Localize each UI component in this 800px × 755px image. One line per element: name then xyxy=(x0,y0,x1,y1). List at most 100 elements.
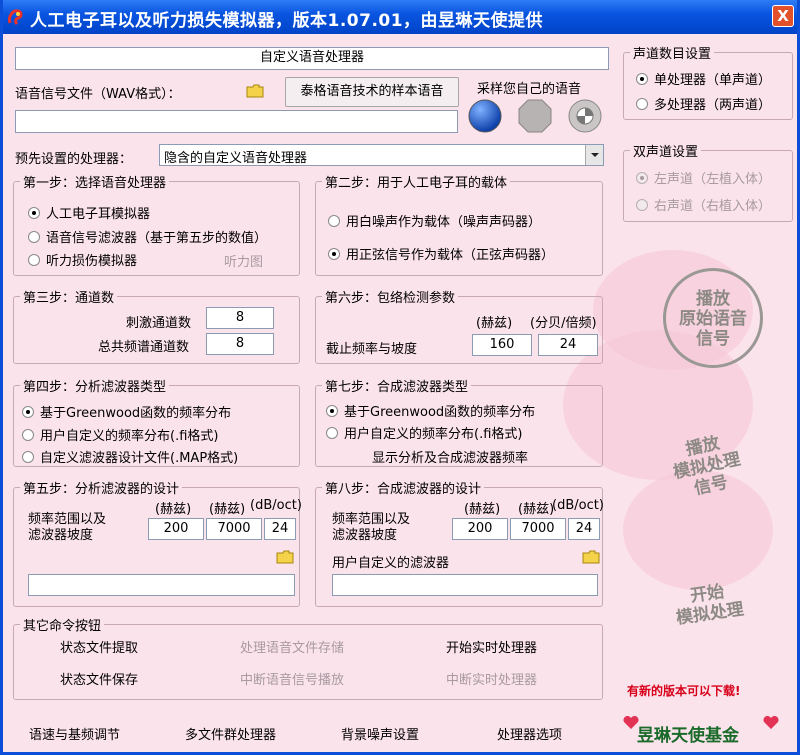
synthesis-low-value: 200 xyxy=(467,521,493,536)
analysis-low-value: 200 xyxy=(163,521,189,536)
radio-dot xyxy=(636,171,648,184)
stop-realtime-button[interactable]: 中断实时处理器 xyxy=(446,669,537,688)
high-hz-header: (赫兹) xyxy=(209,502,246,517)
group-title: 声道数目设置 xyxy=(630,43,715,62)
analysis-high-input[interactable]: 7000 xyxy=(206,518,262,540)
save-speech-button[interactable]: 处理语音文件存储 xyxy=(240,637,344,656)
title-bar[interactable]: 人工电子耳以及听力损失模拟器，版本1.07.01，由昱琳天使提供 X xyxy=(3,0,797,34)
dropdown-button[interactable] xyxy=(585,145,603,165)
chevron-down-icon xyxy=(591,153,599,157)
radio-label: 多处理器（两声道） xyxy=(654,98,772,113)
radio-label: 单处理器（单声道） xyxy=(654,73,772,88)
save-state-button[interactable]: 状态文件保存 xyxy=(60,669,138,688)
processor-name-field[interactable]: 自定义语音处理器 xyxy=(15,47,609,70)
play-original-label: 播放 原始语音 信号 xyxy=(679,289,747,349)
analysis-low-input[interactable]: 200 xyxy=(148,518,204,540)
play-simulation-label: 播放 模拟处理 信号 xyxy=(671,433,743,500)
folder-icon[interactable] xyxy=(276,550,294,564)
radio-label: 语音信号滤波器（基于第五步的数值） xyxy=(46,231,268,246)
sine-carrier-radio[interactable]: 用正弦信号作为载体（正弦声码器） xyxy=(328,244,554,263)
analysis-high-value: 7000 xyxy=(217,521,251,536)
hearing-loss-radio[interactable]: 听力损伤模拟器 xyxy=(28,250,137,269)
analysis-map-radio[interactable]: 自定义滤波器设计文件(.MAP格式) xyxy=(22,447,238,466)
background-noise-button[interactable]: 背景噪声设置 xyxy=(341,724,419,743)
heart-icon xyxy=(763,716,779,729)
synthesis-file-input[interactable] xyxy=(332,574,598,596)
folder-icon[interactable] xyxy=(246,84,264,98)
custom-filter-label: 用户自定义的滤波器 xyxy=(332,556,450,571)
synthesis-high-value: 7000 xyxy=(521,521,555,536)
white-noise-radio[interactable]: 用白噪声作为载体（噪声声码器） xyxy=(328,211,541,230)
synthesis-high-input[interactable]: 7000 xyxy=(510,518,566,540)
mono-radio[interactable]: 单处理器（单声道） xyxy=(636,69,771,88)
preset-selected: 隐含的自定义语音处理器 xyxy=(164,151,308,166)
main-window: 人工电子耳以及听力损失模拟器，版本1.07.01，由昱琳天使提供 X 自定义语音… xyxy=(0,0,800,755)
analysis-user-fi-radio[interactable]: 用户自定义的频率分布(.fi格式) xyxy=(22,425,218,444)
start-simulation-button[interactable]: 开始 模拟处理 xyxy=(651,577,768,652)
synthesis-slope-value: 24 xyxy=(575,521,593,536)
radio-dot xyxy=(636,97,648,110)
range-slope-label: 频率范围以及 滤波器坡度 xyxy=(332,512,411,543)
record-button[interactable] xyxy=(467,98,503,134)
speech-filter-radio[interactable]: 语音信号滤波器（基于第五步的数值） xyxy=(28,227,267,246)
synthesis-greenwood-radio[interactable]: 基于Greenwood函数的频率分布 xyxy=(326,401,535,420)
right-ear-radio[interactable]: 右声道（右植入体） xyxy=(636,195,771,214)
stereo-radio[interactable]: 多处理器（两声道） xyxy=(636,94,771,113)
new-version-link[interactable]: 有新的版本可以下载! xyxy=(627,682,740,699)
wav-path-input[interactable] xyxy=(15,110,458,133)
radio-label: 用白噪声作为载体（噪声声码器） xyxy=(346,215,542,230)
analysis-file-input[interactable] xyxy=(28,574,295,596)
play-original-button[interactable]: 播放 原始语音 信号 xyxy=(663,268,763,368)
show-frequencies-button[interactable]: 显示分析及合成滤波器频率 xyxy=(372,447,528,466)
radio-dot xyxy=(22,428,34,441)
radio-dot xyxy=(326,404,338,417)
radio-label: 自定义滤波器设计文件(.MAP格式) xyxy=(40,451,239,466)
start-realtime-button[interactable]: 开始实时处理器 xyxy=(446,637,537,656)
analysis-slope-value: 24 xyxy=(271,521,289,536)
preset-label: 预先设置的处理器： xyxy=(15,152,133,167)
radio-label: 听力损伤模拟器 xyxy=(46,254,138,269)
step6-group: 第六步：包络检测参数 (赫兹) (分贝/倍频) 截止频率与坡度 160 24 xyxy=(315,287,603,364)
playback-button[interactable] xyxy=(567,98,603,134)
unit-db-oct: (分贝/倍频) xyxy=(530,316,597,331)
stop-button[interactable] xyxy=(517,98,553,134)
synthesis-user-fi-radio[interactable]: 用户自定义的频率分布(.fi格式) xyxy=(326,423,522,442)
processor-options-button[interactable]: 处理器选项 xyxy=(497,724,562,743)
ci-simulator-radio[interactable]: 人工电子耳模拟器 xyxy=(28,203,150,222)
preset-select[interactable]: 隐含的自定义语音处理器 xyxy=(159,144,604,166)
stim-channels-input[interactable]: 8 xyxy=(206,307,274,329)
other-commands-group: 其它命令按钮 状态文件提取 处理语音文件存储 开始实时处理器 状态文件保存 中断… xyxy=(13,615,603,700)
rate-pitch-button[interactable]: 语速与基频调节 xyxy=(29,724,120,743)
radio-label: 人工电子耳模拟器 xyxy=(46,207,151,222)
close-button[interactable]: X xyxy=(772,5,794,27)
group-title: 第六步：包络检测参数 xyxy=(322,287,459,306)
synthesis-low-input[interactable]: 200 xyxy=(452,518,508,540)
cutoff-slope-label: 截止频率与坡度 xyxy=(326,342,418,357)
radio-dot xyxy=(22,405,34,418)
radio-label: 用户自定义的频率分布(.fi格式) xyxy=(40,429,219,444)
stop-playback-button[interactable]: 中断语音信号播放 xyxy=(240,669,344,688)
wav-file-label: 语音信号文件（WAV格式）： xyxy=(15,87,181,102)
analysis-slope-input[interactable]: 24 xyxy=(264,518,296,540)
total-channels-input[interactable]: 8 xyxy=(206,333,274,355)
left-ear-radio[interactable]: 左声道（左植入体） xyxy=(636,168,771,187)
sample-own-label: 采样您自己的语音 xyxy=(477,82,582,97)
sample-speech-button[interactable]: 泰格语音技术的样本语音 xyxy=(285,77,459,107)
radio-dot xyxy=(328,247,340,260)
load-state-button[interactable]: 状态文件提取 xyxy=(60,637,138,656)
multi-file-button[interactable]: 多文件群处理器 xyxy=(185,724,276,743)
folder-icon[interactable] xyxy=(582,550,600,564)
radio-dot xyxy=(636,72,648,85)
radio-dot xyxy=(328,214,340,227)
cutoff-input[interactable]: 160 xyxy=(472,334,532,356)
low-hz-header: (赫兹) xyxy=(464,502,501,517)
group-title: 第一步：选择语音处理器 xyxy=(20,172,170,191)
synthesis-slope-input[interactable]: 24 xyxy=(568,518,600,540)
channel-count-group: 声道数目设置 单处理器（单声道） 多处理器（两声道） xyxy=(623,43,793,120)
heart-icon xyxy=(623,716,639,729)
envelope-slope-input[interactable]: 24 xyxy=(538,334,598,356)
group-title: 第四步：分析滤波器类型 xyxy=(20,376,170,395)
audiogram-link[interactable]: 听力图 xyxy=(224,251,263,270)
foundation-logo[interactable]: 昱琳天使基金 xyxy=(637,721,739,746)
analysis-greenwood-radio[interactable]: 基于Greenwood函数的频率分布 xyxy=(22,402,231,421)
